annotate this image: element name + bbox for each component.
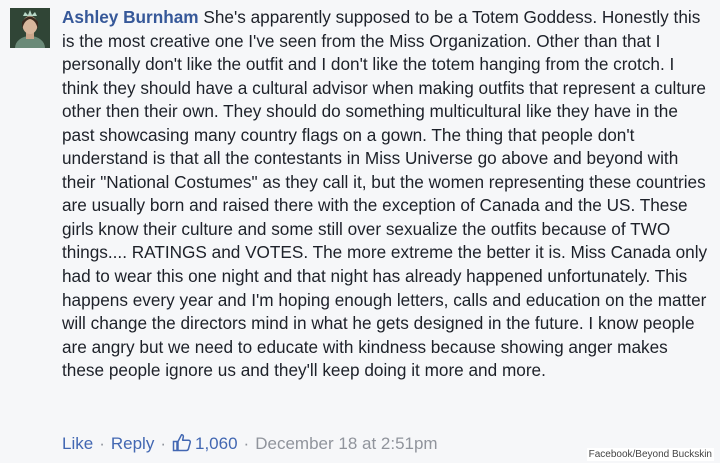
comment-actions: Like · Reply · 1,060 · December 18 at 2:51pm [62, 433, 438, 457]
like-count[interactable]: 1,060 [195, 434, 238, 453]
avatar[interactable] [10, 8, 50, 48]
like-link[interactable]: Like [62, 434, 93, 453]
thumbs-up-icon[interactable] [172, 433, 192, 457]
comment-block: Ashley Burnham She's apparently supposed… [0, 0, 720, 463]
separator: · [243, 434, 250, 453]
image-credit: Facebook/Beyond Buckskin [586, 448, 714, 461]
comment-timestamp[interactable]: December 18 at 2:51pm [255, 434, 437, 453]
comment-body: Ashley Burnham She's apparently supposed… [62, 6, 712, 383]
comment-text: She's apparently supposed to be a Totem … [62, 7, 708, 381]
comment-text-paragraph: Ashley Burnham She's apparently supposed… [62, 6, 712, 383]
reply-link[interactable]: Reply [111, 434, 154, 453]
profile-avatar-image [10, 8, 50, 48]
separator: · [99, 434, 105, 453]
separator: · [160, 434, 166, 453]
comment-author-link[interactable]: Ashley Burnham [62, 7, 199, 27]
